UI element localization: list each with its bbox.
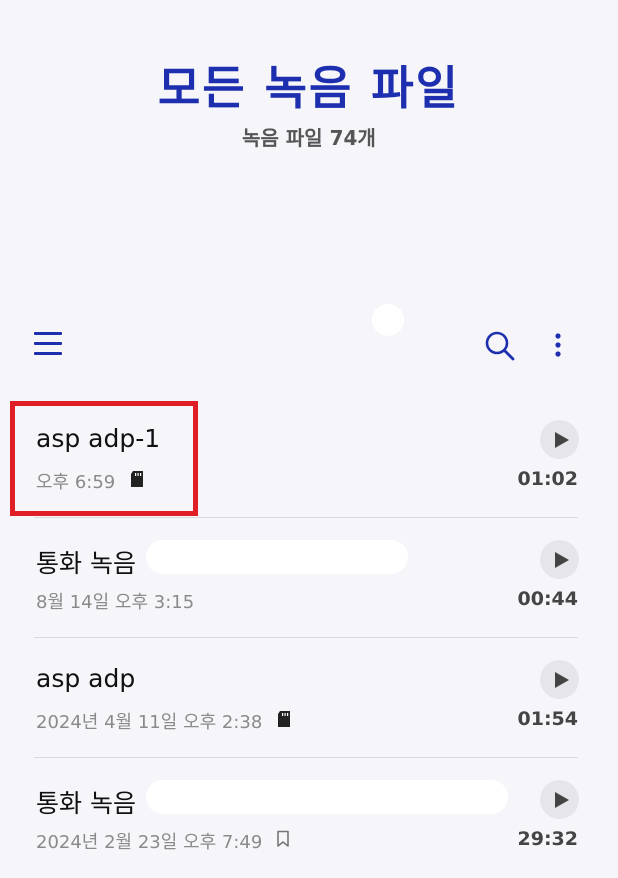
recording-item[interactable]: 통화 녹음 2024년 2월 23일 오후 7:49 29:32 <box>0 758 618 878</box>
redacted-text <box>146 540 408 574</box>
highlight-box <box>10 401 198 516</box>
recording-title: 통화 녹음 <box>36 789 136 818</box>
recording-count: 녹음 파일 74개 <box>242 126 376 150</box>
bookmark-icon <box>276 830 290 853</box>
search-icon[interactable] <box>482 328 518 364</box>
recording-duration: 01:02 <box>517 468 578 490</box>
more-vertical-icon[interactable] <box>548 328 568 364</box>
recording-datetime: 2024년 4월 11일 오후 2:38 <box>36 712 263 733</box>
recording-datetime: 8월 14일 오후 3:15 <box>36 592 195 613</box>
play-button[interactable] <box>540 780 579 819</box>
recording-datetime: 2024년 2월 23일 오후 7:49 <box>36 832 263 853</box>
play-button[interactable] <box>540 540 579 579</box>
recording-title: 통화 녹음 <box>36 549 136 578</box>
recording-duration: 00:44 <box>517 588 578 610</box>
page-title: 모든 녹음 파일 <box>158 61 460 115</box>
redacted-text <box>146 780 508 814</box>
recording-item[interactable]: 통화 녹음 8월 14일 오후 3:15 00:44 <box>0 518 618 638</box>
hamburger-menu-icon[interactable] <box>34 330 64 358</box>
header: 모든 녹음 파일 녹음 파일 74개 <box>0 0 618 300</box>
recording-title: asp adp <box>36 664 136 693</box>
play-button[interactable] <box>540 660 579 699</box>
recording-item[interactable]: asp adp 2024년 4월 11일 오후 2:38 01:54 <box>0 638 618 758</box>
recording-datetime-row: 8월 14일 오후 3:15 <box>36 588 194 614</box>
recording-datetime-row: 2024년 4월 11일 오후 2:38 <box>36 708 292 734</box>
sd-card-icon <box>276 710 292 733</box>
recording-datetime-row: 2024년 2월 23일 오후 7:49 <box>36 828 290 854</box>
toolbar <box>0 320 618 370</box>
play-button[interactable] <box>540 420 579 459</box>
recording-duration: 01:54 <box>517 708 578 730</box>
recording-duration: 29:32 <box>517 828 578 850</box>
